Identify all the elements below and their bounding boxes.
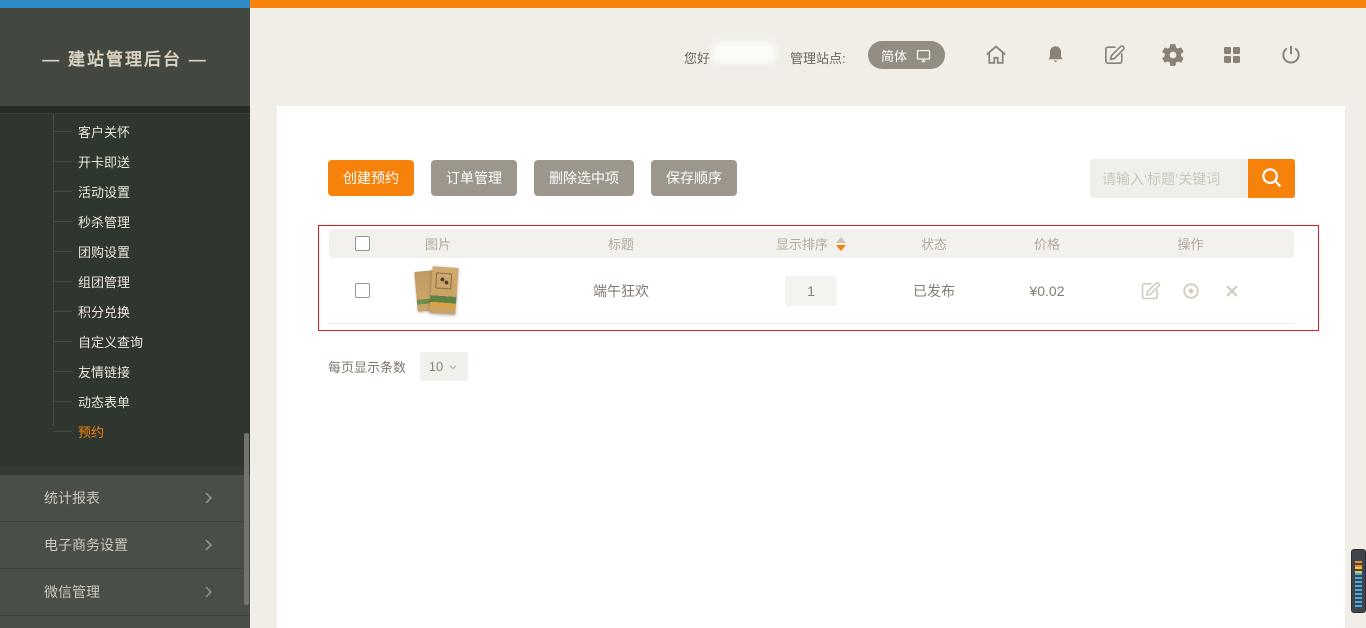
screen: — 建站管理后台 — 客户关怀 开卡即送 活动设置 秒杀管理 团购设置 组团管理…: [0, 0, 1366, 628]
greeting-text: 您好: [684, 48, 710, 67]
chevron-down-icon: [447, 361, 459, 373]
sidebar-item-label: 积分兑换: [78, 302, 130, 321]
search-box: [1090, 159, 1295, 198]
sidebar-item-label: 自定义查询: [78, 332, 143, 351]
sidebar-item-flash-sale[interactable]: 秒杀管理: [0, 206, 250, 236]
row-price: ¥0.02: [1029, 283, 1064, 299]
toolbar: 创建预约 订单管理 删除选中项 保存顺序: [328, 160, 737, 196]
sidebar-item-friend-links[interactable]: 友情链接: [0, 356, 250, 386]
sidebar-item-label: 动态表单: [78, 392, 130, 411]
nav-icon-group: [983, 42, 1304, 68]
product-image[interactable]: [414, 265, 462, 317]
app-title: — 建站管理后台 —: [42, 45, 207, 70]
sidebar-header: — 建站管理后台 —: [0, 8, 250, 106]
column-header-actions: 操作: [1177, 234, 1203, 253]
sidebar-divider: [0, 106, 250, 114]
main-content-card: 创建预约 订单管理 删除选中项 保存顺序 图片 标题 显示排序: [277, 106, 1345, 628]
sidebar-item-card-gift[interactable]: 开卡即送: [0, 146, 250, 176]
sidebar: — 建站管理后台 — 客户关怀 开卡即送 活动设置 秒杀管理 团购设置 组团管理…: [0, 8, 250, 628]
sidebar-section-ecommerce-settings[interactable]: 电子商务设置: [0, 522, 250, 569]
sidebar-item-points-exchange[interactable]: 积分兑换: [0, 296, 250, 326]
table-highlight-region: 图片 标题 显示排序 状态 价格 操作: [318, 225, 1319, 331]
sort-toggle[interactable]: [836, 237, 846, 251]
per-page-control: 每页显示条数 10: [328, 352, 468, 381]
per-page-value: 10: [429, 359, 443, 374]
compose-icon[interactable]: [1101, 42, 1127, 68]
create-reservation-button[interactable]: 创建预约: [328, 160, 414, 196]
search-input[interactable]: [1090, 159, 1248, 198]
sidebar-section-stats-report[interactable]: 统计报表: [0, 475, 250, 522]
sidebar-section-wechat-management[interactable]: 微信管理: [0, 569, 250, 616]
power-icon[interactable]: [1278, 42, 1304, 68]
row-status: 已发布: [913, 281, 955, 301]
table-header-row: 图片 标题 显示排序 状态 价格 操作: [329, 229, 1294, 258]
delete-selected-button[interactable]: 删除选中项: [534, 160, 634, 196]
bell-icon[interactable]: [1042, 42, 1068, 68]
sort-desc-icon: [836, 245, 846, 251]
site-label: 管理站点:: [790, 48, 846, 67]
top-navbar: 您好 管理站点: 简体: [250, 8, 1366, 106]
sidebar-item-label: 组团管理: [78, 272, 130, 291]
edit-icon[interactable]: [1138, 279, 1162, 303]
sidebar-item-label: 开卡即送: [78, 152, 130, 171]
per-page-select[interactable]: 10: [420, 352, 468, 381]
row-actions: [1138, 279, 1244, 303]
site-selector-button[interactable]: 简体: [868, 41, 945, 69]
save-order-button[interactable]: 保存顺序: [651, 160, 737, 196]
sidebar-item-label: 团购设置: [78, 242, 130, 261]
sidebar-item-customer-care[interactable]: 客户关怀: [0, 116, 250, 146]
row-checkbox[interactable]: [355, 283, 370, 298]
sidebar-item-label: 秒杀管理: [78, 212, 130, 231]
topbar-blue-strip: [0, 0, 250, 8]
sidebar-item-label: 友情链接: [78, 362, 130, 381]
product-image-bag-front: [429, 266, 458, 315]
view-icon[interactable]: [1179, 279, 1203, 303]
activity-indicator-widget[interactable]: [1351, 549, 1366, 613]
sidebar-item-team-management[interactable]: 组团管理: [0, 266, 250, 296]
sidebar-item-custom-query[interactable]: 自定义查询: [0, 326, 250, 356]
monitor-icon: [915, 47, 932, 64]
section-label: 微信管理: [44, 582, 100, 602]
home-icon[interactable]: [983, 42, 1009, 68]
apps-icon[interactable]: [1219, 42, 1245, 68]
reservations-table: 图片 标题 显示排序 状态 价格 操作: [329, 229, 1294, 324]
column-header-image: 图片: [425, 234, 451, 253]
site-value: 简体: [881, 46, 907, 65]
gear-icon[interactable]: [1160, 42, 1186, 68]
column-header-title: 标题: [608, 234, 634, 253]
sidebar-item-group-buy[interactable]: 团购设置: [0, 236, 250, 266]
sidebar-item-dynamic-forms[interactable]: 动态表单: [0, 386, 250, 416]
sidebar-scrollbar[interactable]: [244, 433, 249, 605]
section-label: 电子商务设置: [44, 535, 128, 555]
column-header-price: 价格: [1034, 234, 1060, 253]
table-row: 端午狂欢 已发布 ¥0.02: [329, 258, 1294, 324]
widget-cyan-bars: [1355, 573, 1362, 607]
chevron-right-icon: [198, 582, 218, 607]
column-header-status: 状态: [921, 234, 947, 253]
sidebar-item-activity-settings[interactable]: 活动设置: [0, 176, 250, 206]
select-all-checkbox[interactable]: [355, 236, 370, 251]
username-redacted: [712, 42, 776, 63]
sidebar-submenu: 客户关怀 开卡即送 活动设置 秒杀管理 团购设置 组团管理 积分兑换 自定义查询…: [0, 114, 250, 446]
sidebar-item-label: 客户关怀: [78, 122, 130, 141]
chevron-right-icon: [198, 535, 218, 560]
sidebar-item-label: 活动设置: [78, 182, 130, 201]
per-page-label: 每页显示条数: [328, 357, 406, 376]
delete-icon[interactable]: [1220, 279, 1244, 303]
column-header-sort: 显示排序: [776, 234, 828, 253]
search-button[interactable]: [1248, 159, 1295, 198]
search-icon: [1258, 164, 1285, 194]
sidebar-item-reservation[interactable]: 预约: [0, 416, 250, 446]
topbar-orange-strip: [250, 0, 1366, 8]
chevron-right-icon: [198, 488, 218, 513]
sidebar-section-site-logs[interactable]: 网站日志: [0, 616, 250, 628]
sort-asc-icon: [836, 237, 846, 243]
row-title: 端午狂欢: [593, 281, 649, 301]
order-management-button[interactable]: 订单管理: [431, 160, 517, 196]
sort-order-input[interactable]: [785, 276, 837, 306]
section-label: 统计报表: [44, 488, 100, 508]
sidebar-item-label: 预约: [78, 422, 104, 441]
sidebar-sections: 统计报表 电子商务设置 微信管理 网站日志: [0, 467, 250, 628]
